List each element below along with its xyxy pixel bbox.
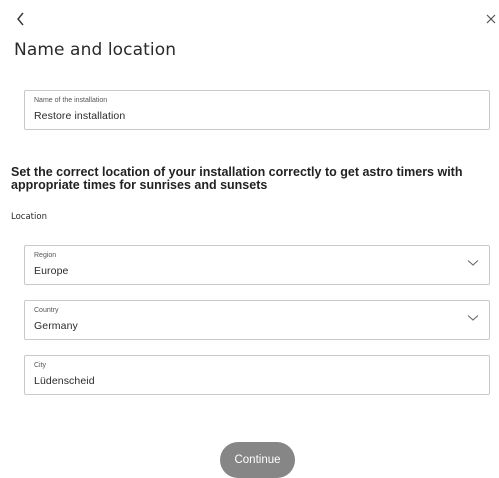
country-label: Country <box>34 307 59 314</box>
region-value: Europe <box>34 265 69 277</box>
installation-name-field[interactable]: Name of the installation Restore install… <box>24 90 490 130</box>
region-label: Region <box>34 252 57 259</box>
region-select[interactable]: Region Europe <box>24 245 490 285</box>
back-button[interactable] <box>14 9 30 29</box>
location-info-text: Set the correct location of your install… <box>11 165 463 192</box>
page-title: Name and location <box>14 40 177 60</box>
chevron-left-icon <box>17 12 24 26</box>
installation-name-label: Name of the installation <box>34 97 108 104</box>
city-value: Lüdenscheid <box>34 375 95 387</box>
country-select[interactable]: Country Germany <box>24 300 490 340</box>
installation-name-value: Restore installation <box>34 110 126 122</box>
country-value: Germany <box>34 320 78 332</box>
location-section-label: Location <box>11 212 47 222</box>
city-field[interactable]: City Lüdenscheid <box>24 355 490 395</box>
continue-button[interactable]: Continue <box>220 442 295 478</box>
city-label: City <box>34 362 47 369</box>
close-icon <box>486 14 496 24</box>
chevron-down-icon <box>467 315 479 321</box>
close-button[interactable] <box>485 12 499 26</box>
chevron-down-icon <box>467 260 479 266</box>
